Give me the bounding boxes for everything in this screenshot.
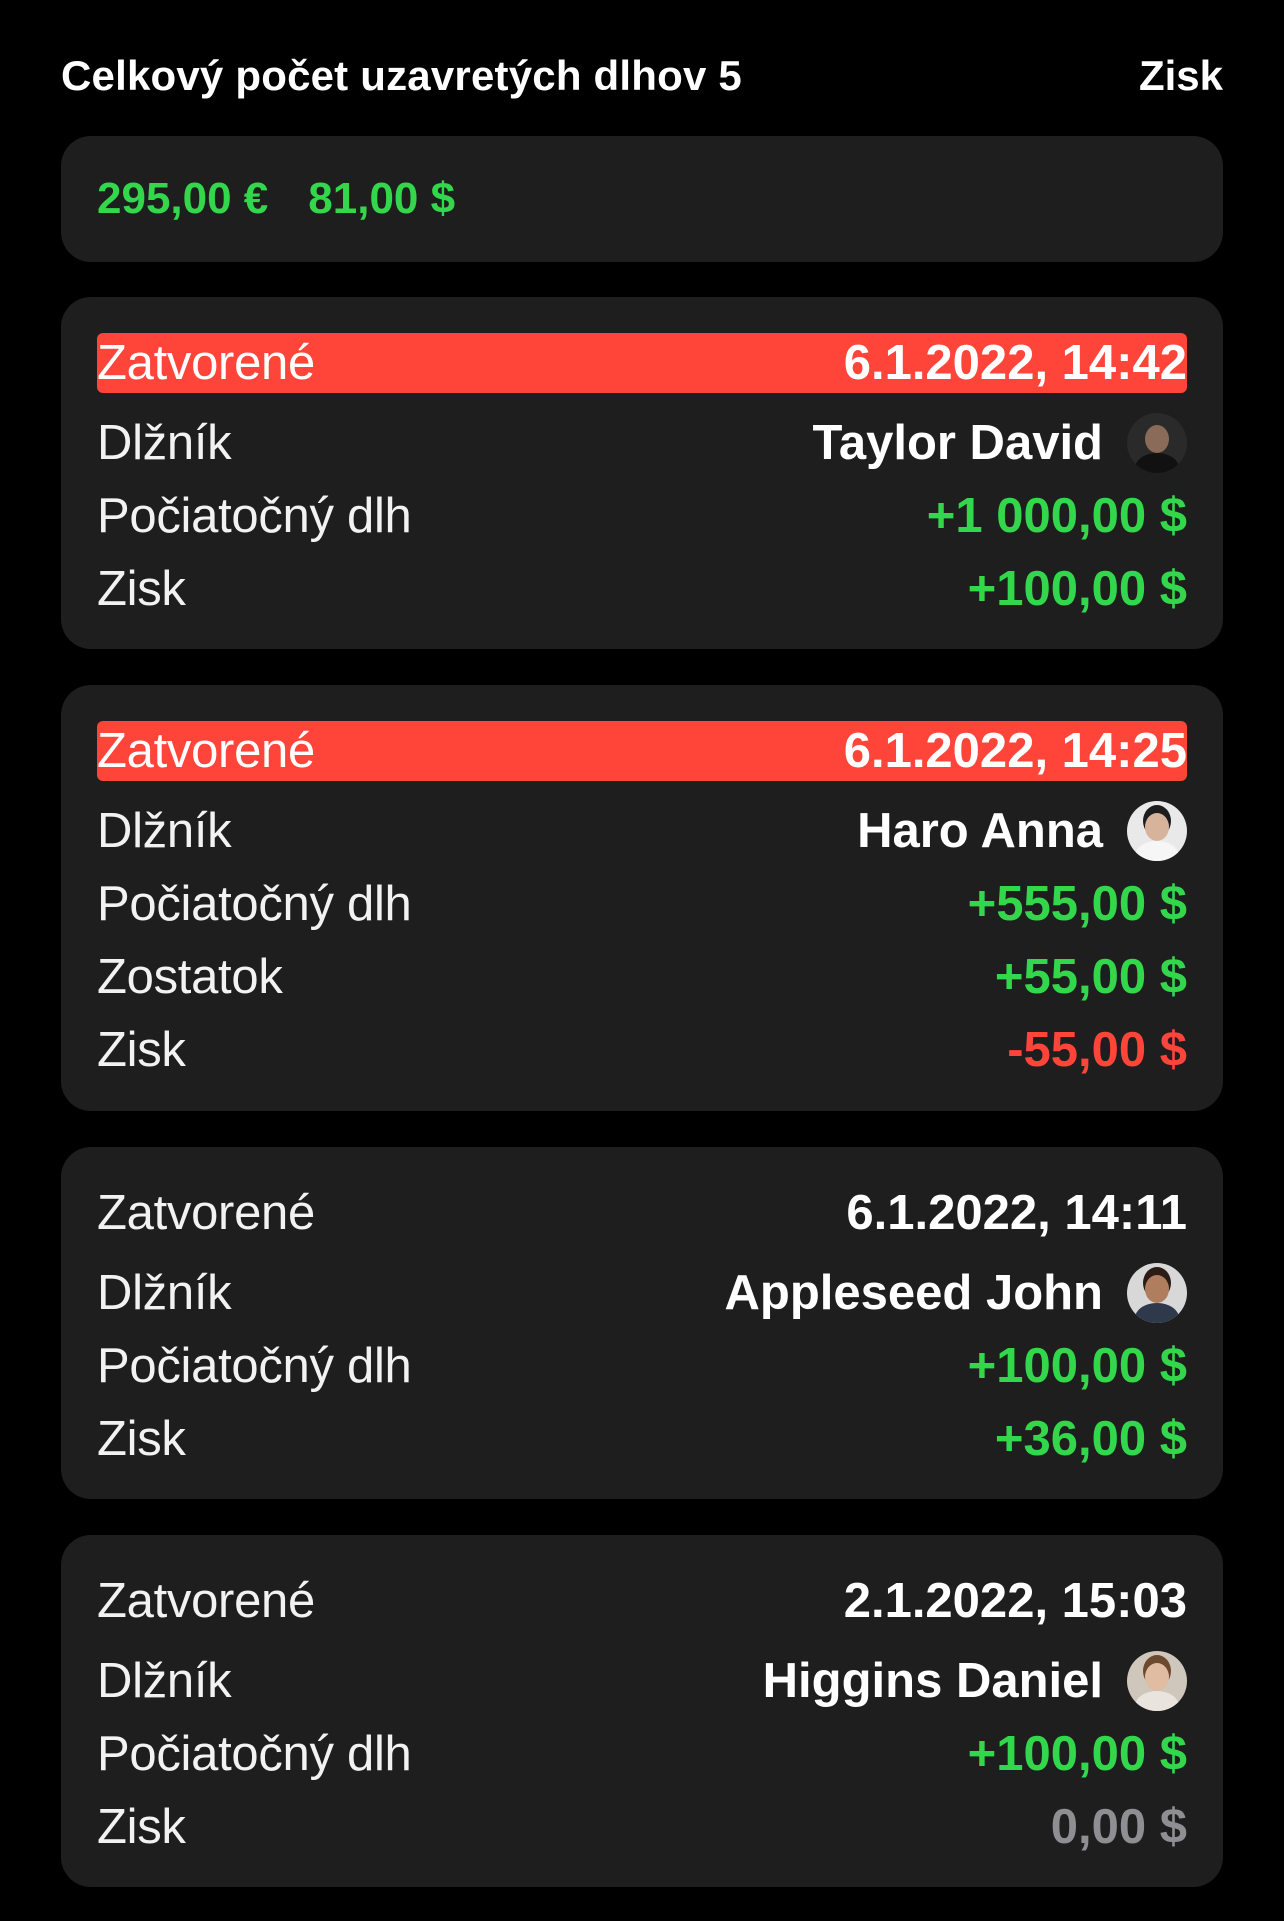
closed-label: Zatvorené [97, 724, 315, 778]
closed-debts-screen: Celkový počet uzavretých dlhov 5 Zisk 29… [0, 0, 1284, 1921]
profit-row: Zisk +36,00 $ [97, 1402, 1187, 1475]
debt-card-taylor-david[interactable]: Zatvorené 6.1.2022, 14:42 Dlžník Taylor … [61, 297, 1223, 649]
debtor-row: Dlžník Taylor David [97, 406, 1187, 479]
profit-value: +100,00 $ [967, 561, 1187, 616]
person-avatar-icon [1127, 1262, 1187, 1323]
closed-row: Zatvorené 2.1.2022, 15:03 [97, 1571, 1187, 1631]
debtor-value: Haro Anna [857, 800, 1187, 861]
profit-row: Zisk 0,00 $ [97, 1790, 1187, 1863]
initial-debt-row: Počiatočný dlh +555,00 $ [97, 867, 1187, 940]
initial-debt-value: +555,00 $ [967, 876, 1187, 931]
header: Celkový počet uzavretých dlhov 5 Zisk [61, 48, 1223, 104]
summary-eur-total: 295,00 € [97, 174, 269, 223]
debtor-name: Appleseed John [724, 1265, 1103, 1320]
initial-debt-label: Počiatočný dlh [97, 1726, 412, 1781]
initial-debt-label: Počiatočný dlh [97, 876, 412, 931]
debtor-name: Haro Anna [857, 803, 1103, 858]
profit-label: Zisk [97, 1799, 186, 1854]
profit-sort-button[interactable]: Zisk [1139, 52, 1223, 100]
debt-card-haro-anna[interactable]: Zatvorené 6.1.2022, 14:25 Dlžník Haro An… [61, 685, 1223, 1111]
remaining-row: Zostatok +55,00 $ [97, 940, 1187, 1013]
initial-debt-value: +100,00 $ [967, 1726, 1187, 1781]
debtor-label: Dlžník [97, 1653, 232, 1708]
closed-date: 2.1.2022, 15:03 [843, 1574, 1187, 1628]
closed-date: 6.1.2022, 14:42 [843, 336, 1187, 390]
person-avatar-icon [1127, 1650, 1187, 1711]
summary-card: 295,00 € 81,00 $ [61, 136, 1223, 262]
debtor-value: Appleseed John [724, 1262, 1187, 1323]
profit-label: Zisk [97, 1022, 186, 1077]
page-title: Celkový počet uzavretých dlhov 5 [61, 52, 742, 99]
initial-debt-row: Počiatočný dlh +100,00 $ [97, 1329, 1187, 1402]
closed-date: 6.1.2022, 14:11 [846, 1186, 1187, 1240]
profit-row: Zisk +100,00 $ [97, 552, 1187, 625]
initial-debt-label: Počiatočný dlh [97, 488, 412, 543]
debtor-row: Dlžník Higgins Daniel [97, 1644, 1187, 1717]
debtor-name: Taylor David [812, 415, 1103, 470]
debtor-label: Dlžník [97, 1265, 232, 1320]
debtor-row: Dlžník Haro Anna [97, 794, 1187, 867]
initial-debt-row: Počiatočný dlh +100,00 $ [97, 1717, 1187, 1790]
closed-label: Zatvorené [97, 336, 315, 390]
remaining-label: Zostatok [97, 949, 283, 1004]
debtor-value: Higgins Daniel [762, 1650, 1187, 1711]
closed-date: 6.1.2022, 14:25 [843, 724, 1187, 778]
profit-row: Zisk -55,00 $ [97, 1013, 1187, 1086]
closed-row: Zatvorené 6.1.2022, 14:11 [97, 1183, 1187, 1243]
profit-value: +36,00 $ [994, 1411, 1187, 1466]
profit-label: Zisk [97, 1411, 186, 1466]
debtor-label: Dlžník [97, 803, 232, 858]
profit-label: Zisk [97, 561, 186, 616]
remaining-value: +55,00 $ [994, 949, 1187, 1004]
debtor-row: Dlžník Appleseed John [97, 1256, 1187, 1329]
debt-card-appleseed-john[interactable]: Zatvorené 6.1.2022, 14:11 Dlžník Applese… [61, 1147, 1223, 1499]
initial-debt-row: Počiatočný dlh +1 000,00 $ [97, 479, 1187, 552]
profit-value: 0,00 $ [1050, 1799, 1187, 1854]
person-avatar-icon [1127, 412, 1187, 473]
initial-debt-value: +1 000,00 $ [926, 488, 1187, 543]
closed-row: Zatvorené 6.1.2022, 14:42 [97, 333, 1187, 393]
closed-row: Zatvorené 6.1.2022, 14:25 [97, 721, 1187, 781]
debt-card-higgins-daniel[interactable]: Zatvorené 2.1.2022, 15:03 Dlžník Higgins… [61, 1535, 1223, 1887]
profit-value: -55,00 $ [1007, 1022, 1187, 1077]
summary-usd-total: 81,00 $ [308, 174, 456, 223]
closed-label: Zatvorené [97, 1574, 315, 1628]
initial-debt-label: Počiatočný dlh [97, 1338, 412, 1393]
debtor-label: Dlžník [97, 415, 232, 470]
person-avatar-icon [1127, 800, 1187, 861]
debtor-value: Taylor David [812, 412, 1187, 473]
debtor-name: Higgins Daniel [762, 1653, 1103, 1708]
initial-debt-value: +100,00 $ [967, 1338, 1187, 1393]
closed-label: Zatvorené [97, 1186, 315, 1240]
